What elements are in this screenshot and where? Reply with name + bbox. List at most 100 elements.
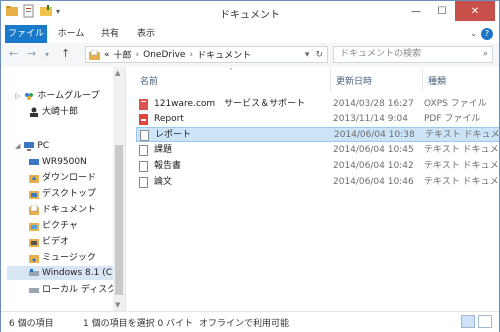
help-icon[interactable]: ? bbox=[481, 28, 493, 40]
maximize-button[interactable]: ☐ bbox=[429, 1, 455, 21]
text-file-icon bbox=[139, 177, 148, 188]
chevron-right-icon[interactable]: › bbox=[189, 50, 193, 60]
file-row[interactable]: 報告書 2014/06/04 10:42 テキスト ドキュメント bbox=[136, 159, 499, 174]
title-bar: ▾ ドキュメント — ☐ ✕ bbox=[1, 1, 499, 25]
address-bar[interactable]: « 十郎 › OneDrive › ドキュメント ▾ ↻ bbox=[85, 46, 328, 63]
nav-item-label: ダウンロード bbox=[42, 173, 97, 183]
user-icon bbox=[30, 107, 38, 117]
breadcrumb-user[interactable]: 十郎 bbox=[114, 48, 132, 61]
tab-share[interactable]: 共有 bbox=[95, 25, 125, 43]
recent-locations-button[interactable]: ▾ bbox=[45, 50, 49, 59]
file-row[interactable]: 論文 2014/06/04 10:46 テキスト ドキュメント bbox=[136, 175, 499, 190]
tab-view[interactable]: 表示 bbox=[131, 25, 161, 43]
music-folder-icon bbox=[29, 255, 39, 263]
scroll-up-icon[interactable]: ▲ bbox=[115, 69, 120, 77]
nav-item-label: ミュージック bbox=[42, 253, 96, 263]
scroll-down-icon[interactable]: ▼ bbox=[115, 301, 120, 309]
status-bar: 6 個の項目 1 個の項目を選択 0 バイト オフラインで利用可能 bbox=[1, 311, 499, 332]
nav-item-windows-drive[interactable]: Windows 8.1 (C bbox=[7, 266, 113, 280]
chevron-right-icon[interactable]: › bbox=[136, 50, 140, 60]
navigation-pane: ▷ ホームグループ 大崎十郎 ◢ PC WR9500N ダウンロード デスクトッ… bbox=[1, 67, 126, 311]
file-date: 2014/03/28 16:27 bbox=[333, 99, 414, 109]
large-icons-view-button[interactable] bbox=[478, 315, 492, 328]
nav-item-user[interactable]: 大崎十郎 bbox=[29, 105, 78, 119]
breadcrumb-documents[interactable]: ドキュメント bbox=[197, 48, 251, 61]
file-type: テキスト ドキュメント bbox=[424, 161, 499, 171]
expand-arrow-icon[interactable]: ▷ bbox=[15, 89, 20, 103]
drive-icon bbox=[29, 288, 39, 293]
column-header-type[interactable]: 種類 bbox=[428, 74, 446, 87]
drive-icon bbox=[29, 269, 39, 276]
file-type: OXPS ファイル bbox=[424, 99, 487, 109]
nav-item-pictures[interactable]: ピクチャ bbox=[29, 219, 78, 233]
file-type: テキスト ドキュメント bbox=[424, 177, 499, 187]
file-name: 論文 bbox=[154, 177, 173, 187]
collapse-arrow-icon[interactable]: ◢ bbox=[15, 139, 20, 153]
expand-ribbon-icon[interactable]: ⌄ bbox=[470, 29, 477, 38]
refresh-icon[interactable]: ↻ bbox=[315, 50, 323, 60]
nav-item-label: ドキュメント bbox=[42, 205, 97, 215]
nav-item-label: ホームグループ bbox=[37, 91, 100, 101]
column-header-date[interactable]: 更新日時 bbox=[336, 74, 372, 87]
nav-item-label: ピクチャ bbox=[42, 221, 78, 231]
file-date: 2014/06/04 10:46 bbox=[333, 177, 414, 187]
oxps-icon bbox=[139, 99, 148, 110]
up-button[interactable]: ↑ bbox=[61, 47, 70, 60]
details-view-button[interactable] bbox=[461, 315, 475, 328]
close-button[interactable]: ✕ bbox=[455, 1, 495, 21]
text-file-icon bbox=[139, 161, 148, 172]
tab-file[interactable]: ファイル bbox=[5, 25, 47, 43]
column-divider[interactable] bbox=[330, 69, 331, 91]
ribbon-tabs: ファイル ホーム 共有 表示 ⌄ ? bbox=[1, 25, 499, 44]
back-button[interactable]: ← bbox=[9, 47, 18, 60]
sort-ascending-icon: ⌃ bbox=[228, 67, 234, 75]
nav-item-downloads[interactable]: ダウンロード bbox=[29, 171, 96, 185]
pc-icon bbox=[24, 142, 35, 151]
file-type: テキスト ドキュメント bbox=[424, 145, 499, 155]
scrollbar-thumb[interactable] bbox=[115, 145, 123, 295]
pdf-icon bbox=[139, 114, 148, 125]
nav-item-desktop[interactable]: デスクトップ bbox=[29, 187, 96, 201]
file-name: レポート bbox=[155, 130, 192, 140]
file-row[interactable]: 121ware.com サービス＆サポート 2014/03/28 16:27 O… bbox=[136, 97, 499, 112]
documents-folder-icon bbox=[89, 49, 100, 60]
search-icon[interactable]: ⌕ bbox=[483, 47, 488, 62]
nav-item-local-disk[interactable]: ローカル ディスク (E bbox=[29, 283, 125, 297]
file-row-selected[interactable]: レポート 2014/06/04 10:38 テキスト ドキュメント bbox=[136, 127, 499, 142]
file-name: 課題 bbox=[154, 145, 173, 155]
documents-folder-icon bbox=[29, 205, 39, 215]
file-type: PDF ファイル bbox=[424, 114, 481, 124]
tab-home[interactable]: ホーム bbox=[53, 25, 89, 43]
file-type: テキスト ドキュメント bbox=[425, 130, 499, 140]
breadcrumb-onedrive[interactable]: OneDrive bbox=[143, 50, 185, 60]
text-file-icon bbox=[140, 130, 149, 141]
file-date: 2014/06/04 10:42 bbox=[333, 161, 414, 171]
search-input[interactable]: ドキュメントの検索 ⌕ bbox=[333, 46, 493, 63]
desktop-folder-icon bbox=[29, 191, 39, 199]
nav-item-label: WR9500N bbox=[42, 157, 87, 167]
nav-item-music[interactable]: ミュージック bbox=[29, 251, 96, 265]
file-row[interactable]: Report 2013/11/14 9:04 PDF ファイル bbox=[136, 112, 499, 127]
explorer-window: ▾ ドキュメント — ☐ ✕ ファイル ホーム 共有 表示 ⌄ ? ← → ▾ … bbox=[0, 0, 500, 332]
nav-item-homegroup[interactable]: ▷ ホームグループ bbox=[15, 89, 100, 103]
availability-status: オフラインで利用可能 bbox=[199, 319, 290, 329]
nav-item-documents[interactable]: ドキュメント bbox=[29, 203, 96, 217]
column-divider[interactable] bbox=[422, 69, 423, 91]
nav-item-label: ビデオ bbox=[42, 237, 70, 247]
nav-item-wr9500n[interactable]: WR9500N bbox=[29, 155, 87, 169]
navigation-bar: ← → ▾ ↑ « 十郎 › OneDrive › ドキュメント ▾ ↻ ドキュ… bbox=[1, 43, 499, 67]
column-header-name[interactable]: 名前 bbox=[140, 74, 158, 87]
forward-button[interactable]: → bbox=[27, 47, 36, 60]
nav-pane-scrollbar[interactable]: ▲ ▼ bbox=[113, 67, 125, 311]
minimize-button[interactable]: — bbox=[403, 1, 429, 21]
file-row[interactable]: 課題 2014/06/04 10:45 テキスト ドキュメント bbox=[136, 143, 499, 158]
nav-item-pc[interactable]: ◢ PC bbox=[15, 139, 49, 153]
nav-item-videos[interactable]: ビデオ bbox=[29, 235, 69, 249]
file-name: 報告書 bbox=[154, 161, 182, 171]
text-file-icon bbox=[139, 145, 148, 156]
videos-folder-icon bbox=[29, 239, 39, 247]
breadcrumb-overflow[interactable]: « bbox=[104, 50, 110, 60]
search-placeholder: ドキュメントの検索 bbox=[340, 49, 422, 59]
address-dropdown-icon[interactable]: ▾ bbox=[305, 50, 310, 60]
window-controls: — ☐ ✕ bbox=[403, 1, 495, 21]
